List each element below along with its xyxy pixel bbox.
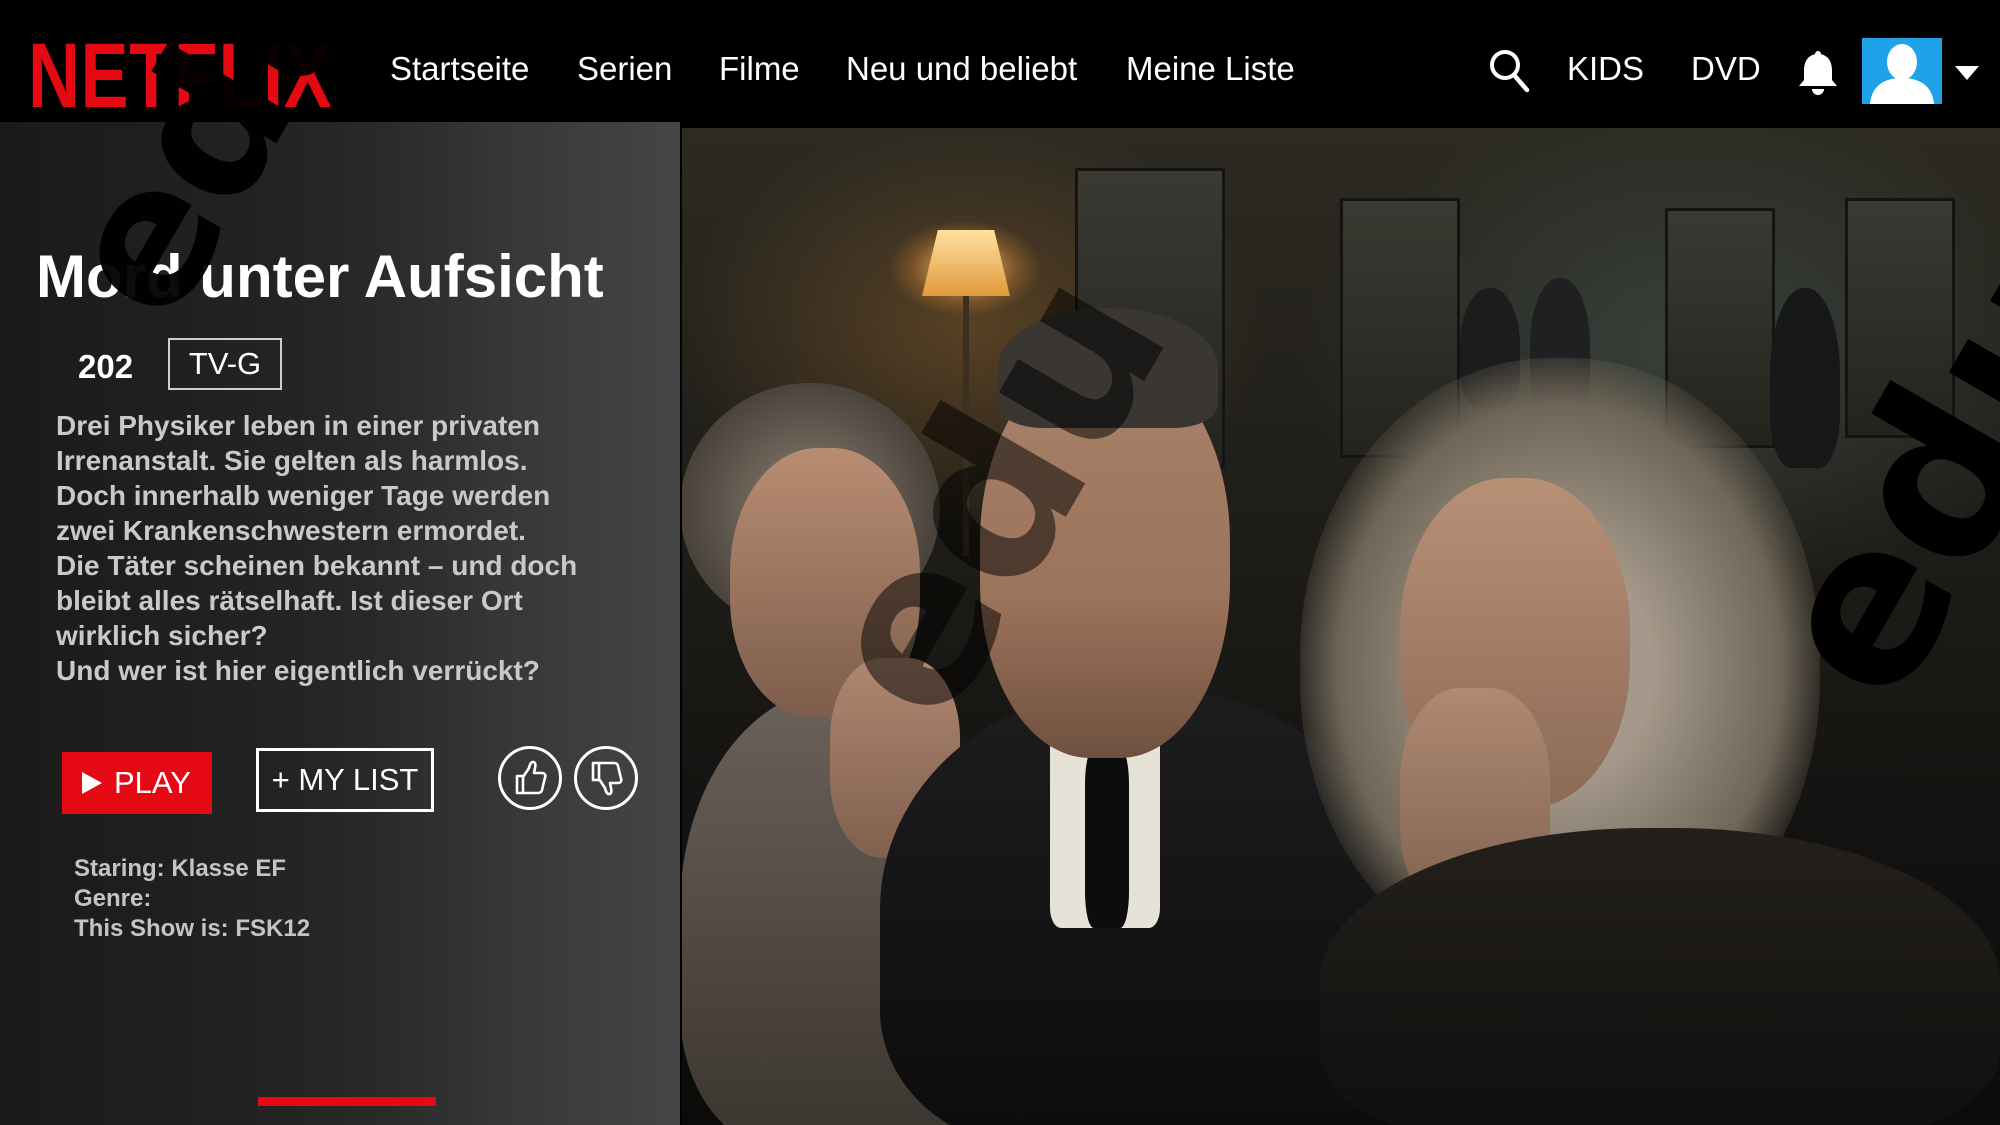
play-icon xyxy=(82,772,102,794)
play-button[interactable]: PLAY xyxy=(62,752,212,814)
search-icon[interactable] xyxy=(1488,48,1530,94)
age-rating-text: This Show is: FSK12 xyxy=(74,915,311,942)
thumbs-up-button[interactable] xyxy=(498,746,562,810)
description-line: Drei Physiker leben in einer privaten xyxy=(56,410,540,441)
nav-filme[interactable]: Filme xyxy=(719,52,800,85)
door xyxy=(1845,198,1955,438)
nav-kids[interactable]: KIDS xyxy=(1567,52,1644,85)
nav-dvd[interactable]: DVD xyxy=(1691,52,1761,85)
description-line: Und wer ist hier eigentlich verrückt? xyxy=(56,655,540,686)
show-title: Mord unter Aufsicht xyxy=(36,243,604,310)
description-line: bleibt alles rätselhaft. Ist dieser Ort xyxy=(56,585,523,616)
description-line: wirklich sicher? xyxy=(56,620,268,651)
bell-icon[interactable] xyxy=(1796,50,1840,96)
netflix-logo[interactable]: NETFLIX xyxy=(28,30,332,122)
thumbs-down-button[interactable] xyxy=(574,746,638,810)
caret-down-icon[interactable] xyxy=(1955,66,1979,80)
nav-meine-liste[interactable]: Meine Liste xyxy=(1126,52,1295,85)
thumbs-down-icon xyxy=(591,761,623,796)
hero-image xyxy=(680,128,2000,1125)
add-to-my-list-button[interactable]: + MY LIST xyxy=(256,748,434,812)
nav-neu-und-beliebt[interactable]: Neu und beliebt xyxy=(846,52,1077,85)
cast-text: Staring: Klasse EF xyxy=(74,855,287,882)
release-year: 202 xyxy=(78,348,134,385)
navbar: NETFLIX Startseite Serien Filme Neu und … xyxy=(0,0,2000,122)
lamp xyxy=(922,230,1010,296)
nav-serien[interactable]: Serien xyxy=(577,52,672,85)
avatar[interactable] xyxy=(1862,38,1942,104)
lamp-pole xyxy=(963,296,969,556)
man-tie xyxy=(1085,748,1129,928)
man-hair xyxy=(998,308,1218,428)
profile-icon xyxy=(1870,44,1934,104)
show-description: Drei Physiker leben in einer privaten Ir… xyxy=(56,408,646,688)
background-figure xyxy=(1770,288,1840,468)
description-line: Irrenanstalt. Sie gelten als harmlos. xyxy=(56,445,528,476)
description-line: zwei Krankenschwestern ermordet. xyxy=(56,515,526,546)
show-info: Staring: Klasse EF Genre: This Show is: … xyxy=(74,854,310,944)
play-label: PLAY xyxy=(114,765,191,800)
right-person-coat xyxy=(1320,828,2000,1125)
rating-badge: TV-G xyxy=(168,338,282,390)
genre-text: Genre: xyxy=(74,885,152,912)
description-line: Doch innerhalb weniger Tage werden xyxy=(56,480,551,511)
progress-bar xyxy=(258,1097,436,1106)
nav-startseite[interactable]: Startseite xyxy=(390,52,529,85)
description-line: Die Täter scheinen bekannt – und doch xyxy=(56,550,578,581)
thumbs-up-icon xyxy=(515,760,547,795)
